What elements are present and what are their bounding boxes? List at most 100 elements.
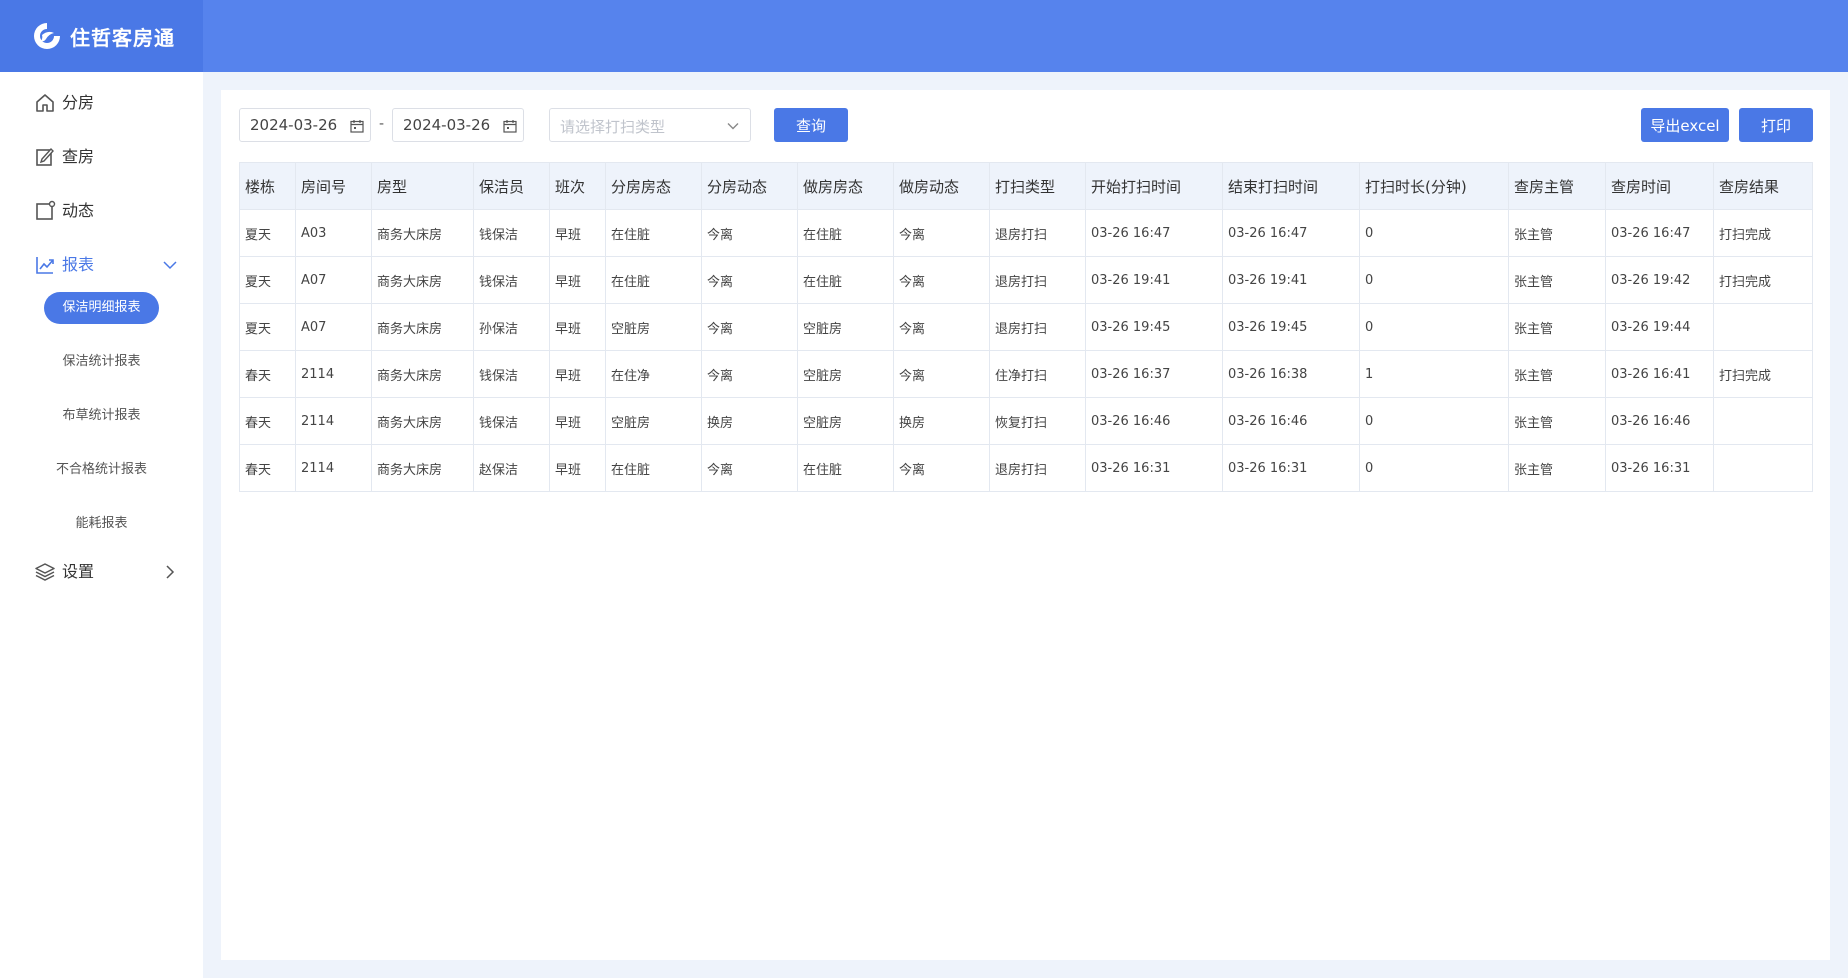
table-cell: 03-26 16:31 (1222, 444, 1360, 492)
start-date-input[interactable]: 2024-03-26 (239, 108, 371, 142)
table-cell: 03-26 16:46 (1222, 397, 1360, 445)
column-header: 房间号 (295, 162, 372, 210)
table-cell: 今离 (893, 303, 990, 351)
table-cell: 03-26 19:41 (1085, 256, 1223, 304)
table-cell: 钱保洁 (473, 256, 550, 304)
table-cell: 早班 (549, 256, 606, 304)
table-cell: 今离 (893, 350, 990, 398)
column-header: 查房结果 (1713, 162, 1813, 210)
table-cell: 商务大床房 (371, 350, 474, 398)
column-header: 开始打扫时间 (1085, 162, 1223, 210)
table-header-row: 楼栋 房间号 房型 保洁员 班次 分房房态 分房动态 做房房态 做房动态 打扫类型 开始打扫时间 结束… (239, 162, 1813, 210)
table-cell: 退房打扫 (989, 444, 1086, 492)
table-cell: 今离 (701, 209, 798, 257)
sidebar-item-dynamics[interactable]: 动态 (0, 190, 203, 230)
table-cell: 2114 (295, 350, 372, 398)
table-cell: 商务大床房 (371, 209, 474, 257)
column-header: 分房动态 (701, 162, 798, 210)
table-cell: 早班 (549, 350, 606, 398)
sidebar-subitem-label: 能耗报表 (75, 516, 128, 531)
table-cell: 夏天 (239, 303, 296, 351)
chart-line-icon (36, 257, 54, 274)
table-cell: 03-26 16:47 (1605, 209, 1714, 257)
table-row: 夏天 A03 商务大床房 钱保洁 早班 在住脏 今离 在住脏 今离 退房打扫 03-26 16:47… (239, 209, 1813, 257)
table-cell: 打扫完成 (1713, 350, 1813, 398)
date-range-separator: - (379, 116, 385, 132)
table-cell: 0 (1359, 209, 1509, 257)
table-cell: 今离 (701, 350, 798, 398)
table-cell: 03-26 16:37 (1085, 350, 1223, 398)
table-cell: 今离 (701, 444, 798, 492)
table-cell: 打扫完成 (1713, 209, 1813, 257)
table-cell: 今离 (701, 303, 798, 351)
table-cell: 03-26 16:46 (1605, 397, 1714, 445)
table-cell (1713, 303, 1813, 351)
column-header: 打扫时长(分钟) (1359, 162, 1509, 210)
table-cell: 张主管 (1508, 444, 1606, 492)
end-date-input[interactable]: 2024-03-26 (392, 108, 524, 142)
table-cell: 今离 (893, 444, 990, 492)
chevron-right-icon (166, 565, 175, 579)
column-header: 房型 (371, 162, 474, 210)
table-cell: 赵保洁 (473, 444, 550, 492)
table-cell: 03-26 16:41 (1605, 350, 1714, 398)
table-cell: 1 (1359, 350, 1509, 398)
print-button[interactable]: 打印 (1739, 108, 1813, 142)
sidebar-item-label: 设置 (62, 562, 95, 581)
chevron-down-icon (163, 261, 177, 270)
column-header: 保洁员 (473, 162, 550, 210)
export-excel-button[interactable]: 导出excel (1641, 108, 1729, 142)
sidebar-item-label: 报表 (62, 255, 95, 274)
sidebar-item-label: 查房 (62, 147, 95, 166)
table-cell: 张主管 (1508, 350, 1606, 398)
table-cell: 0 (1359, 444, 1509, 492)
sidebar-subitem-unqualified-stats-report[interactable]: 不合格统计报表 (0, 453, 203, 487)
table-cell: 空脏房 (797, 397, 894, 445)
table-row: 春天 2114 商务大床房 钱保洁 早班 在住净 今离 空脏房 今离 住净打扫 03-26 16:3… (239, 350, 1813, 398)
table-cell: 退房打扫 (989, 256, 1086, 304)
start-date-value: 2024-03-26 (250, 116, 338, 134)
table-cell: A07 (295, 256, 372, 304)
sidebar-item-reports[interactable]: 报表 (0, 244, 203, 284)
table-cell: 空脏房 (605, 397, 702, 445)
edit-icon (36, 147, 54, 166)
table-cell: 早班 (549, 209, 606, 257)
sidebar-item-inspect-room[interactable]: 查房 (0, 136, 203, 176)
home-icon (36, 94, 54, 112)
table-cell: 孙保洁 (473, 303, 550, 351)
sidebar-item-assign-room[interactable]: 分房 (0, 82, 203, 122)
brand-logo-icon (34, 23, 60, 49)
query-button[interactable]: 查询 (774, 108, 848, 142)
sidebar-subitem-linen-stats-report[interactable]: 布草统计报表 (0, 399, 203, 433)
sidebar-item-settings[interactable]: 设置 (0, 551, 203, 591)
table-cell: 在住脏 (605, 444, 702, 492)
sidebar-subitem-cleaning-stats-report[interactable]: 保洁统计报表 (0, 345, 203, 379)
clean-type-placeholder: 请选择打扫类型 (560, 118, 666, 136)
table-cell: 商务大床房 (371, 444, 474, 492)
table-cell: 夏天 (239, 256, 296, 304)
sidebar-subitem-label: 布草统计报表 (62, 408, 141, 423)
table-cell: 张主管 (1508, 209, 1606, 257)
table-cell: 今离 (893, 209, 990, 257)
table-row: 夏天 A07 商务大床房 孙保洁 早班 空脏房 今离 空脏房 今离 退房打扫 03-26 19:45… (239, 303, 1813, 351)
table-cell: 张主管 (1508, 256, 1606, 304)
sidebar-subitem-energy-report[interactable]: 能耗报表 (0, 507, 203, 541)
table-cell: 03-26 16:47 (1085, 209, 1223, 257)
column-header: 查房主管 (1508, 162, 1606, 210)
table-row: 春天 2114 商务大床房 赵保洁 早班 在住脏 今离 在住脏 今离 退房打扫 03-26 16:3… (239, 444, 1813, 492)
table-cell: 商务大床房 (371, 303, 474, 351)
column-header: 分房房态 (605, 162, 702, 210)
table-cell (1713, 397, 1813, 445)
clean-type-select[interactable]: 请选择打扫类型 (549, 108, 751, 142)
sidebar-item-label: 分房 (62, 93, 95, 112)
table-row: 春天 2114 商务大床房 钱保洁 早班 空脏房 换房 空脏房 换房 恢复打扫 03-26 16:4… (239, 397, 1813, 445)
table-cell: 春天 (239, 397, 296, 445)
table-cell: 空脏房 (605, 303, 702, 351)
table-cell: 商务大床房 (371, 256, 474, 304)
top-bar: 住哲客房通 (0, 0, 1848, 72)
table-cell: 03-26 19:45 (1085, 303, 1223, 351)
table-cell: 0 (1359, 256, 1509, 304)
table-cell: 钱保洁 (473, 209, 550, 257)
sidebar-subitem-cleaning-detail-report[interactable]: 保洁明细报表 (0, 291, 203, 325)
table-cell: 在住脏 (797, 256, 894, 304)
